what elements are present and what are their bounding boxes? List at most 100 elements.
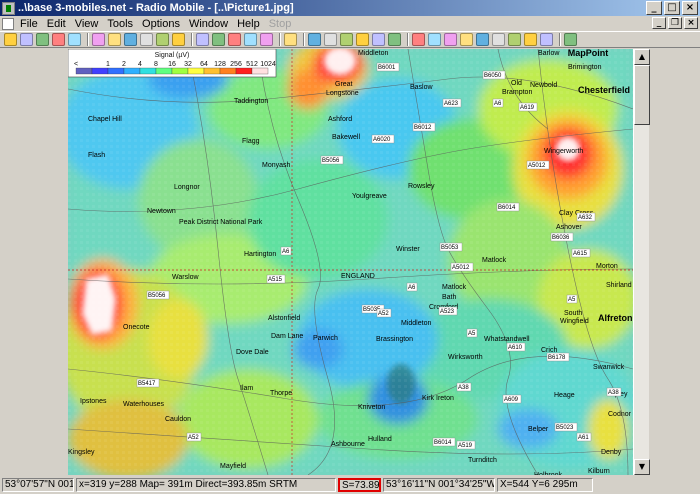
road-label: A61 (578, 435, 589, 441)
scroll-down-button[interactable]: ▼ (634, 459, 650, 475)
spectrum-icon[interactable] (540, 33, 553, 46)
status-bar: 53°07'57"N 001°44'33"W x=319 y=288 Map= … (0, 476, 700, 494)
place-label: Codnor (608, 411, 632, 418)
coverage-map[interactable]: Middleton Barlow Brimington Great Longstone B… (68, 49, 633, 475)
place-label: Brimington (568, 64, 602, 71)
place-label: Youlgreave (352, 193, 387, 200)
place-label: Morton (596, 263, 618, 270)
color-icon[interactable] (412, 33, 425, 46)
menu-tools[interactable]: Tools (107, 18, 133, 30)
copy-icon[interactable] (196, 33, 209, 46)
road-label: A610 (508, 345, 523, 351)
doc-minimize-button[interactable]: _ (652, 17, 666, 29)
menu-window[interactable]: Window (189, 18, 228, 30)
road-label: B6178 (548, 355, 566, 361)
road-label: A52 (378, 311, 389, 317)
coverage-icon[interactable] (460, 33, 473, 46)
extract-icon[interactable] (68, 33, 81, 46)
zoom-icon[interactable] (388, 33, 401, 46)
place-label: Ashbourne (331, 441, 365, 448)
page2-icon[interactable] (244, 33, 257, 46)
place-label: Holbrook (534, 472, 563, 475)
help-icon[interactable] (564, 33, 577, 46)
place-label: Longnor (174, 184, 200, 191)
road-label: A609 (504, 397, 519, 403)
road-label: A6020 (373, 137, 391, 143)
compass-icon[interactable] (428, 33, 441, 46)
toolbar-separator (559, 33, 561, 46)
legend-color-swatch (187, 67, 205, 75)
toolbar-separator (303, 33, 305, 46)
place-label: Winster (396, 246, 420, 253)
place-label: Matlock (482, 257, 507, 264)
gear-icon[interactable] (508, 33, 521, 46)
place-label: Dove Dale (236, 349, 269, 356)
vertical-scrollbar[interactable]: ▲ ▼ (633, 49, 650, 475)
wave-icon[interactable] (524, 33, 537, 46)
rgb-icon[interactable] (340, 33, 353, 46)
map-canvas[interactable]: Middleton Barlow Brimington Great Longstone B… (68, 49, 633, 475)
place-label: Dam Lane (271, 333, 303, 340)
arrow-left-icon[interactable] (156, 33, 169, 46)
maximize-button[interactable]: □ (664, 1, 680, 15)
legend-tick-label: 8 (154, 61, 158, 68)
title-bar[interactable]: ..\base 3-mobiles.net - Radio Mobile - [… (0, 0, 700, 16)
open-icon[interactable] (20, 33, 33, 46)
place-label: Great (335, 81, 353, 88)
place-label: Bakewell (332, 134, 360, 141)
legend-color-swatch (91, 67, 109, 75)
road-label: A632 (578, 215, 593, 221)
save-icon[interactable] (36, 33, 49, 46)
scissor-icon[interactable] (356, 33, 369, 46)
menu-file[interactable]: File (20, 18, 38, 30)
road-label: A6 (494, 101, 502, 107)
place-label: Kingsley (68, 449, 95, 456)
road-label: B6012 (414, 125, 432, 131)
doc-restore-button[interactable]: ❐ (668, 17, 682, 29)
menu-bar: File Edit View Tools Options Window Help… (0, 16, 700, 31)
place-label: Wirksworth (448, 354, 483, 361)
menu-edit[interactable]: Edit (47, 18, 66, 30)
place-label: Peak District National Park (179, 219, 263, 226)
legend-tick-label: 128 (214, 61, 226, 68)
road-label: A619 (520, 105, 535, 111)
menu-view[interactable]: View (75, 18, 99, 30)
radio-icon[interactable] (140, 33, 153, 46)
legend-tick-label: 1 (106, 61, 110, 68)
merge-icon[interactable] (52, 33, 65, 46)
network-icon[interactable] (108, 33, 121, 46)
new-icon[interactable] (4, 33, 17, 46)
document-icon[interactable] (2, 17, 14, 30)
doc-close-button[interactable]: × (684, 17, 698, 29)
route-icon[interactable] (476, 33, 489, 46)
scroll-thumb[interactable] (634, 65, 650, 125)
plot-icon[interactable] (260, 33, 273, 46)
link-icon[interactable] (124, 33, 137, 46)
print-icon[interactable] (212, 33, 225, 46)
minimize-button[interactable]: _ (646, 1, 662, 15)
print-map-icon[interactable] (284, 33, 297, 46)
place-label: Matlock (442, 284, 467, 291)
place-label: Chapel Hill (88, 116, 122, 123)
app-icon[interactable] (2, 1, 15, 15)
menu-help[interactable]: Help (237, 18, 260, 30)
close-button[interactable]: × (682, 1, 698, 15)
toolbar-separator (407, 33, 409, 46)
map-props-icon[interactable] (308, 33, 321, 46)
arrow-right-icon[interactable] (172, 33, 185, 46)
fresnel-icon[interactable] (492, 33, 505, 46)
grid-icon[interactable] (372, 33, 385, 46)
place-label: Whatstandwell (484, 336, 530, 343)
road-label: A615 (573, 251, 588, 257)
toolbar-separator (87, 33, 89, 46)
menu-options[interactable]: Options (142, 18, 180, 30)
elevation-icon[interactable] (324, 33, 337, 46)
place-label: Hulland (368, 436, 392, 443)
legend-tick-label: 16 (168, 61, 176, 68)
scroll-up-button[interactable]: ▲ (634, 49, 650, 65)
road-label: A6 (408, 285, 416, 291)
polar-icon[interactable] (444, 33, 457, 46)
page-icon[interactable] (228, 33, 241, 46)
globe-icon[interactable] (92, 33, 105, 46)
document-controls: _ ❐ × (650, 17, 698, 29)
